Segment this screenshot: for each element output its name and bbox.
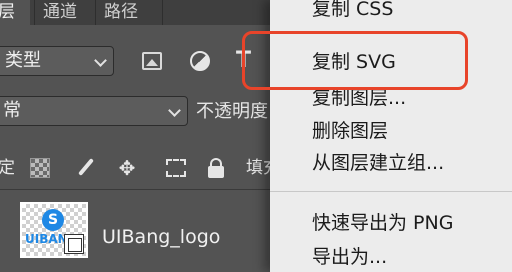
logo-wordmark: UIBAN (25, 232, 68, 246)
smart-object-badge-icon (64, 234, 84, 254)
menu-item-export-as[interactable]: 导出为... (312, 246, 387, 268)
fill-label: 填充 (246, 158, 270, 178)
context-menu: 复制 CSS 复制 SVG 复制图层... 删除图层 从图层建立组... 快速导… (270, 0, 512, 272)
chevron-down-icon (168, 104, 181, 117)
lock-all-icon[interactable] (206, 158, 226, 178)
menu-item-delete-layer[interactable]: 删除图层 (312, 120, 388, 142)
tab-paths[interactable]: 路径 (95, 0, 146, 25)
blend-mode-select[interactable]: 常 (0, 96, 188, 126)
opacity-label: 不透明度 (196, 102, 268, 122)
layer-row[interactable]: S UIBAN UIBang_logo (0, 190, 270, 272)
logo-icon: S (42, 209, 64, 231)
menu-item-copy-css[interactable]: 复制 CSS (312, 0, 393, 20)
layer-thumbnail[interactable]: S UIBAN (20, 202, 88, 258)
tab-layers[interactable]: 层 (0, 0, 30, 25)
tab-channels[interactable]: 通道 (34, 0, 85, 25)
menu-separator (270, 191, 512, 192)
pixel-layer-filter-icon[interactable] (142, 52, 162, 70)
panel-tab-bar: 层 通道 路径 (0, 0, 270, 25)
layer-filter-value: 类型 (5, 50, 41, 71)
blend-mode-value: 常 (3, 100, 21, 121)
lock-body (208, 166, 224, 178)
layer-filter-select[interactable]: 类型 (0, 46, 114, 76)
layer-name[interactable]: UIBang_logo (102, 226, 220, 248)
type-layer-filter-icon[interactable]: T (236, 50, 260, 72)
adjustment-layer-filter-icon[interactable] (190, 51, 210, 71)
lock-position-move-icon[interactable]: ✥ (117, 158, 137, 178)
menu-item-quick-export-png[interactable]: 快速导出为 PNG (312, 212, 453, 234)
lock-label: 定: (0, 158, 14, 178)
lock-transparent-pixels-icon[interactable] (30, 158, 50, 178)
layers-panel: 层 通道 路径 类型 T 常 不透明度 定: ✥ 填充 S UIBAN UIBa… (0, 0, 270, 272)
menu-item-copy-svg[interactable]: 复制 SVG (312, 51, 396, 73)
lock-artboard-icon[interactable] (166, 159, 186, 177)
menu-item-duplicate-layer[interactable]: 复制图层... (312, 87, 406, 109)
chevron-down-icon (94, 54, 107, 67)
tab-divider (162, 0, 163, 25)
menu-item-group-from-layers[interactable]: 从图层建立组... (312, 152, 444, 174)
lock-image-pixels-brush-icon[interactable] (76, 158, 96, 178)
